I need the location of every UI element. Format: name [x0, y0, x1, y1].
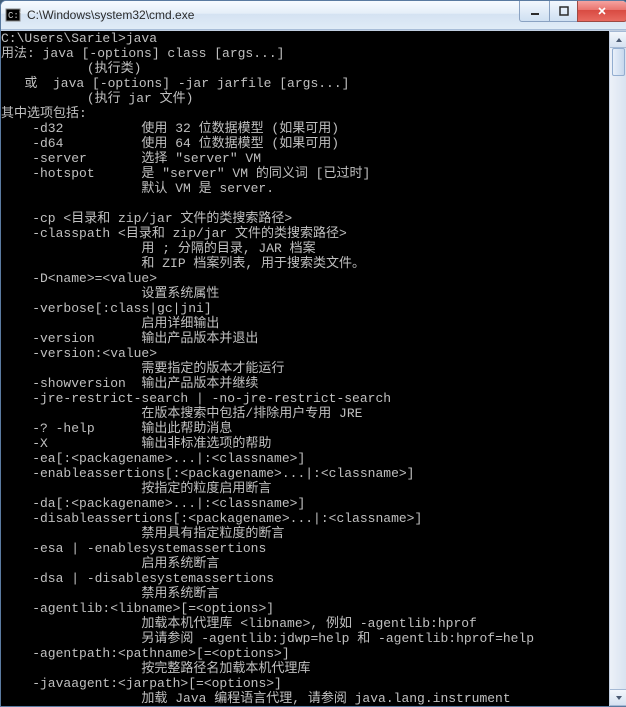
svg-text:C:\: C:\ [8, 11, 21, 21]
maximize-button[interactable] [549, 1, 578, 22]
scroll-down-button[interactable] [610, 689, 626, 706]
client-area: C:\Users\Sariel>java 用法: java [-options]… [1, 30, 626, 706]
cmd-icon: C:\ [5, 7, 21, 23]
minimize-button[interactable] [519, 1, 550, 22]
cmd-window: C:\ C:\Windows\system32\cmd.exe C:\Users… [0, 0, 626, 707]
close-button[interactable] [577, 1, 626, 22]
vertical-scrollbar[interactable] [609, 31, 626, 706]
window-controls [520, 1, 626, 22]
scroll-track[interactable] [610, 48, 626, 689]
titlebar[interactable]: C:\ C:\Windows\system32\cmd.exe [1, 1, 626, 30]
terminal-output[interactable]: C:\Users\Sariel>java 用法: java [-options]… [1, 31, 609, 706]
scroll-thumb[interactable] [612, 48, 625, 76]
scroll-up-button[interactable] [610, 31, 626, 48]
